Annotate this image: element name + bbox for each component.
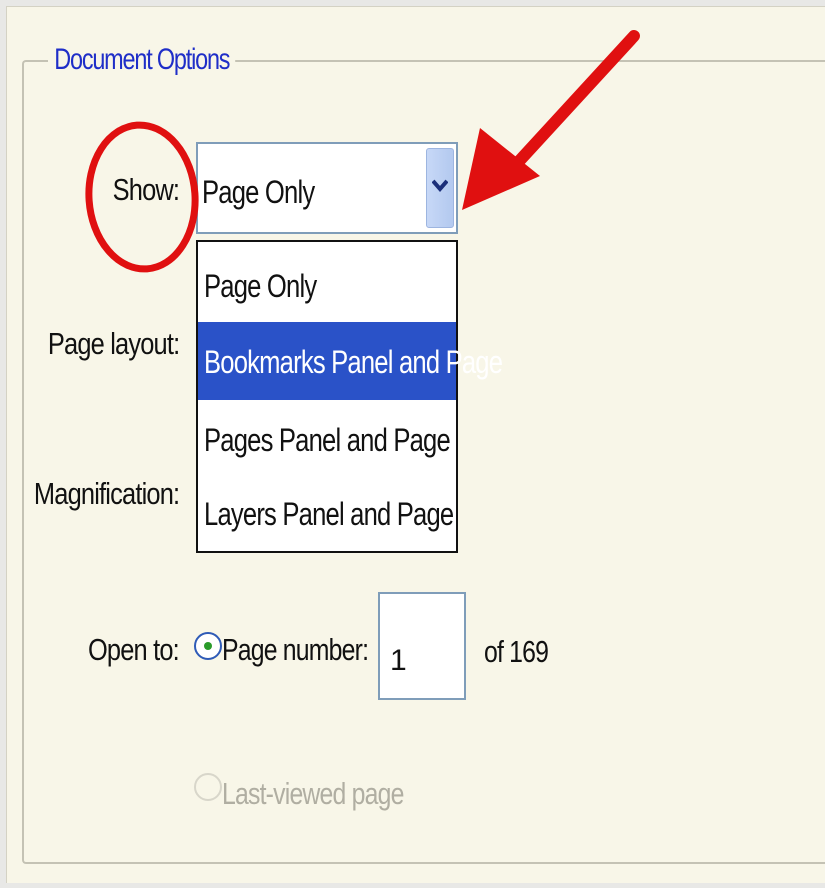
last-viewed-label: Last-viewed page xyxy=(222,776,404,811)
show-select-value: Page Only xyxy=(202,174,315,210)
dropdown-option-pages-panel[interactable]: Pages Panel and Page xyxy=(198,400,456,478)
page-layout-label: Page layout: xyxy=(47,326,180,361)
open-to-label: Open to: xyxy=(88,632,180,667)
chevron-down-icon xyxy=(432,179,448,193)
page-number-label: Page number: xyxy=(222,632,369,667)
show-label: Show: xyxy=(112,172,179,207)
page-total-text: of 169 xyxy=(484,634,549,669)
page-number-radio[interactable] xyxy=(194,632,222,660)
show-dropdown-list: Page Only Bookmarks Panel and Page Pages… xyxy=(196,240,503,553)
dropdown-button[interactable] xyxy=(426,148,454,228)
dropdown-option-layers-panel[interactable]: Layers Panel and Page xyxy=(198,474,456,552)
page-number-input[interactable] xyxy=(378,592,466,700)
group-title: Document Options xyxy=(48,43,236,77)
show-select[interactable]: Page Only xyxy=(196,142,458,234)
magnification-label: Magnification: xyxy=(33,476,180,511)
last-viewed-radio[interactable] xyxy=(194,773,222,801)
dropdown-option-bookmarks-panel[interactable]: Bookmarks Panel and Page xyxy=(198,322,503,400)
dropdown-option-page-only[interactable]: Page Only xyxy=(198,246,456,324)
